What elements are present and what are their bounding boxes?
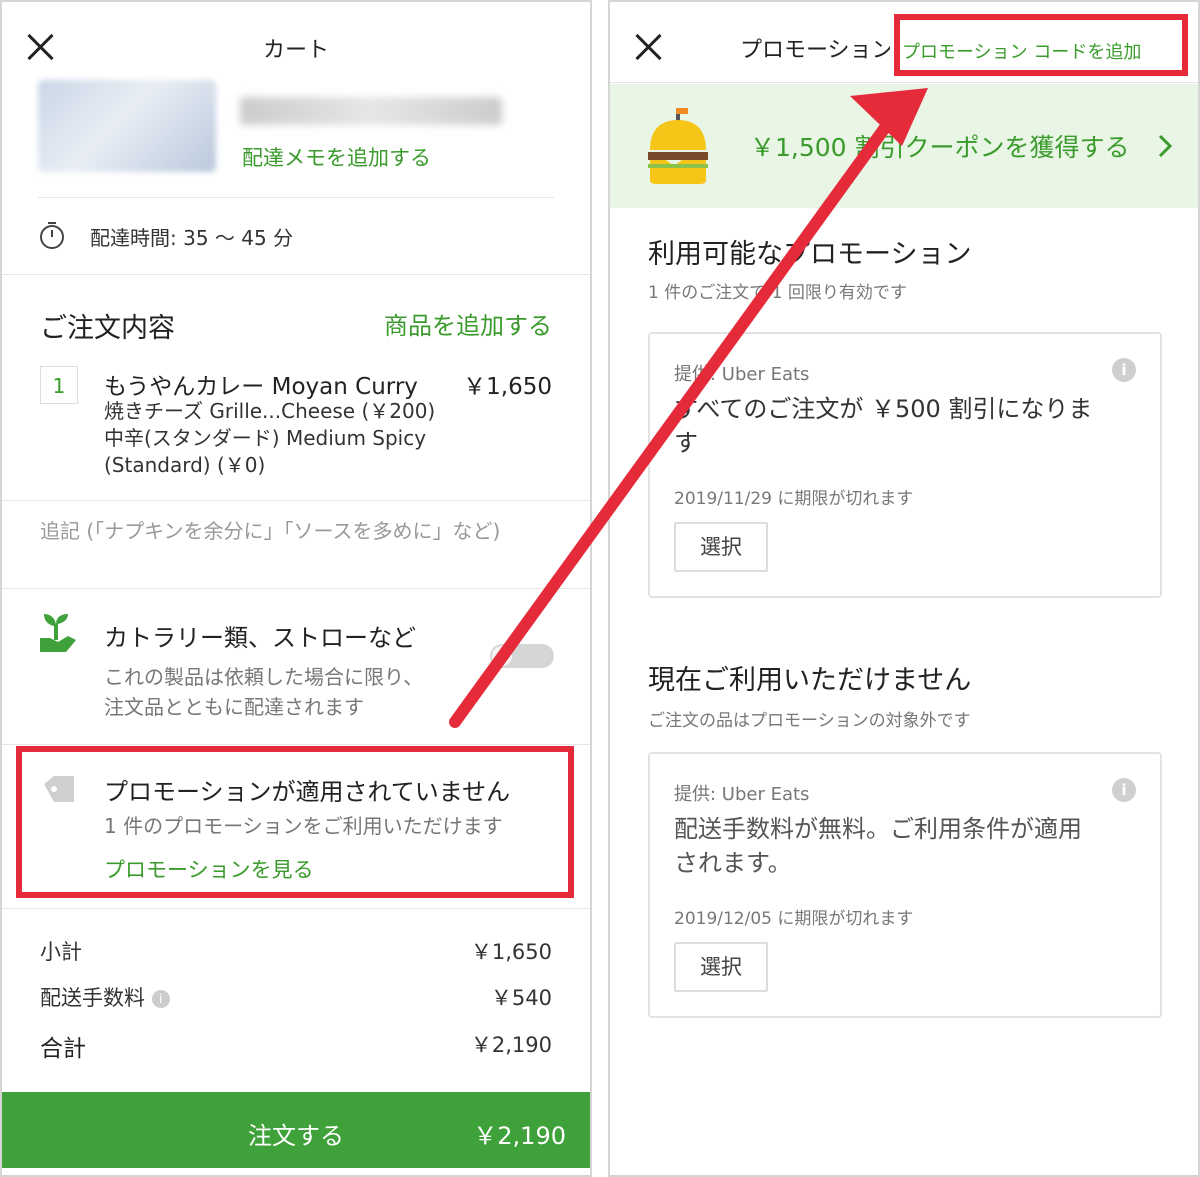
item-name: もうやんカレー Moyan Curry	[104, 374, 418, 400]
sprout-icon	[40, 614, 76, 652]
unavailable-title: 現在ご利用いただけません	[648, 665, 972, 696]
order-section-title: ご注文内容	[40, 313, 175, 344]
promotions-panel: プロモーション プロモーション コードを追加 ￥1,500 割引クーポンを獲得す…	[608, 0, 1200, 1177]
coupon-banner[interactable]: ￥1,500 割引クーポンを獲得する	[610, 84, 1198, 208]
promo-card: 提供: Uber Eats i 配送手数料が無料。ご利用条件が適用 されます。 …	[648, 752, 1162, 1018]
item-options: 焼きチーズ Grille...Cheese (￥200) 中辛(スタンダード) …	[104, 398, 435, 479]
note-input[interactable]: 追記 (「ナプキンを余分に」「ソースを多めに」など)	[40, 516, 550, 546]
info-icon[interactable]: i	[1112, 358, 1136, 382]
promo-description-line: すべてのご注文が ￥500 割引になりま	[674, 395, 1093, 423]
promo-description-line: 配送手数料が無料。ご利用条件が適用	[674, 815, 1082, 843]
item-quantity[interactable]: 1	[40, 366, 78, 404]
coupon-banner-text: ￥1,500 割引クーポンを獲得する	[750, 133, 1130, 162]
total-value: ￥2,190	[470, 1033, 552, 1057]
promo-card: 提供: Uber Eats i すべてのご注文が ￥500 割引になりま す 2…	[648, 332, 1162, 598]
cutlery-description: これの製品は依頼した場合に限り、 注文品とともに配達されます	[104, 662, 423, 722]
cutlery-toggle[interactable]	[490, 644, 554, 668]
promotions-title: プロモーション	[740, 38, 890, 63]
delivery-time: 配達時間: 35 〜 45 分	[90, 226, 294, 250]
delivery-fee-label: 配送手数料 i	[40, 982, 170, 1012]
cart-title: カート	[262, 38, 329, 63]
item-price: ￥1,650	[463, 374, 552, 400]
restaurant-name-blurred	[240, 97, 502, 125]
promo-expiry: 2019/11/29 に期限が切れます	[674, 489, 914, 509]
available-subtitle: 1 件のご注文で 1 回限り有効です	[648, 283, 907, 303]
timer-icon	[40, 222, 64, 249]
order-button[interactable]: 注文する ￥2,190	[2, 1092, 590, 1168]
delivery-fee-value: ￥540	[490, 986, 552, 1010]
add-delivery-note-link[interactable]: 配達メモを追加する	[242, 142, 431, 172]
cutlery-title: カトラリー類、ストローなど	[104, 624, 416, 652]
promo-provider: 提供: Uber Eats	[674, 364, 810, 385]
close-icon[interactable]	[634, 32, 664, 62]
cart-panel: カート 配達メモを追加する 配達時間: 35 〜 45 分 ご注文内容 商品を追…	[0, 0, 592, 1177]
promo-provider: 提供: Uber Eats	[674, 784, 810, 805]
promo-expiry: 2019/12/05 に期限が切れます	[674, 909, 914, 929]
highlight-box	[894, 14, 1188, 76]
unavailable-subtitle: ご注文の品はプロモーションの対象外です	[648, 711, 971, 731]
available-title: 利用可能なプロモーション	[648, 239, 972, 270]
promo-description: 配送手数料が無料。ご利用条件が適用 されます。	[674, 812, 1082, 880]
select-button[interactable]: 選択	[674, 942, 768, 992]
subtotal-value: ￥1,650	[470, 940, 552, 964]
promo-description-line: されます。	[674, 849, 792, 877]
promo-description: すべてのご注文が ￥500 割引になりま す	[674, 392, 1092, 460]
chevron-right-icon	[1158, 134, 1172, 158]
item-option: (Standard) (￥0)	[104, 453, 266, 477]
item-option: 中辛(スタンダード) Medium Spicy	[104, 426, 427, 450]
order-button-amount: ￥2,190	[473, 1122, 566, 1150]
item-option: 焼きチーズ Grille...Cheese (￥200)	[104, 399, 436, 423]
promo-description-line: す	[674, 429, 698, 457]
total-label: 合計	[40, 1036, 86, 1062]
info-icon[interactable]: i	[1112, 778, 1136, 802]
info-icon[interactable]: i	[151, 990, 170, 1008]
restaurant-image	[38, 80, 216, 172]
burger-icon	[648, 108, 708, 184]
select-button[interactable]: 選択	[674, 522, 768, 572]
subtotal-label: 小計	[40, 940, 82, 964]
add-items-link[interactable]: 商品を追加する	[384, 306, 552, 341]
cutlery-desc-line: これの製品は依頼した場合に限り、	[104, 665, 424, 689]
cutlery-desc-line: 注文品とともに配達されます	[104, 695, 364, 719]
delivery-fee-label-text: 配送手数料	[40, 986, 145, 1010]
highlight-box	[16, 746, 574, 898]
